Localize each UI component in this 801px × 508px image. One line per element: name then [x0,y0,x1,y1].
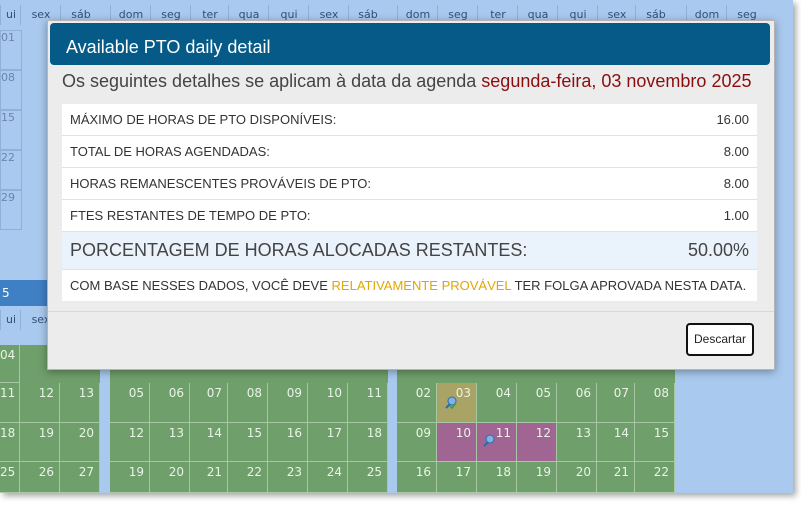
calendar-day[interactable]: 20 [557,462,597,493]
calendar-day[interactable]: 21 [190,462,228,493]
grid-day-number: 08 [1,71,15,84]
calendar-day[interactable]: 05 [110,383,150,423]
calendar-day[interactable]: 27 [60,462,100,493]
calendar-day-pto[interactable]: 12 [517,423,557,462]
calendar-day[interactable]: 10 [308,383,348,423]
calendar-day[interactable]: 17 [437,462,477,493]
note-suffix: TER FOLGA APROVADA NESTA DATA. [514,278,747,293]
calendar-day[interactable]: 18 [477,462,517,493]
calendar-day[interactable]: 26 [20,462,60,493]
calendar-day[interactable]: 18 [348,423,388,462]
calendar-day[interactable]: 25 [0,462,20,493]
calendar-day[interactable]: 12 [110,423,150,462]
calendar-day[interactable]: 16 [397,462,437,493]
pto-detail-dialog: Available PTO daily detail Os seguintes … [47,20,775,370]
dialog-subtitle: Os seguintes detalhes se aplicam à data … [62,71,751,92]
grid-day-number: 22 [1,151,15,164]
calendar-day[interactable]: 04 [477,383,517,423]
calendar-day[interactable]: 25 [348,462,388,493]
dialog-footer-divider [48,311,774,312]
pto-request-icon[interactable] [444,396,458,410]
pto-detail-table: MÁXIMO DE HORAS DE PTO DISPONÍVEIS: 16.0… [62,104,757,301]
dialog-title: Available PTO daily detail [50,23,770,65]
calendar-day[interactable]: 14 [190,423,228,462]
schedule-date: segunda-feira, 03 novembro 2025 [481,71,752,91]
detail-label: MÁXIMO DE HORAS DE PTO DISPONÍVEIS: [70,112,337,127]
calendar-day[interactable]: 16 [268,423,308,462]
grid-cell: 15 [0,110,22,150]
calendar-day[interactable]: 07 [190,383,228,423]
detail-row-scheduled-hours: TOTAL DE HORAS AGENDADAS: 8.00 [62,136,757,168]
detail-label: FTES RESTANTES DE TEMPO DE PTO: [70,208,311,223]
calendar-day[interactable]: 19 [20,423,60,462]
calendar-day[interactable]: 11 [0,383,20,423]
grid-day-number: 15 [1,111,15,124]
summary-label: PORCENTAGEM DE HORAS ALOCADAS RESTANTES: [70,240,528,260]
grid-cell: 08 [0,70,22,110]
calendar-day[interactable]: 08 [635,383,675,423]
calendar-day[interactable]: 15 [228,423,268,462]
grid-day-number: 01 [1,31,15,44]
calendar-day[interactable]: 02 [397,383,437,423]
summary-value: 50.00% [687,240,749,260]
likelihood-highlight: RELATIVAMENTE PROVÁVEL [331,278,512,293]
detail-value: 16.00 [716,112,749,127]
detail-label: TOTAL DE HORAS AGENDADAS: [70,144,270,159]
calendar-day[interactable]: 22 [228,462,268,493]
calendar-day[interactable]: 18 [0,423,20,462]
grid-cell: 29 [0,190,22,230]
calendar-day[interactable]: 09 [397,423,437,462]
note-text: COM BASE NESSES DADOS, VOCÊ DEVE RELATIV… [70,270,746,301]
calendar-day[interactable]: 20 [150,462,190,493]
note-prefix: COM BASE NESSES DADOS, VOCÊ DEVE [70,278,328,293]
calendar-day[interactable]: 13 [150,423,190,462]
calendar-day[interactable]: 24 [308,462,348,493]
calendar-day[interactable]: 13 [60,383,100,423]
weekday-header: ui [0,310,21,330]
calendar-day[interactable]: 07 [597,383,635,423]
detail-row-max-hours: MÁXIMO DE HORAS DE PTO DISPONÍVEIS: 16.0… [62,104,757,136]
calendar-day[interactable]: 19 [517,462,557,493]
detail-value: 8.00 [723,176,749,191]
subtitle-prefix: Os seguintes detalhes se aplicam à data … [62,71,477,91]
pto-request-icon[interactable] [482,434,496,448]
calendar-day[interactable]: 06 [150,383,190,423]
detail-value: 1.00 [723,208,749,223]
detail-row-remaining-percentage: PORCENTAGEM DE HORAS ALOCADAS RESTANTES:… [62,232,757,270]
calendar-day-pto[interactable]: 10 [437,423,477,462]
calendar-day[interactable]: 21 [597,462,635,493]
dismiss-button[interactable]: Descartar [686,323,754,356]
detail-row-remaining-hours: HORAS REMANESCENTES PROVÁVEIS DE PTO: 8.… [62,168,757,200]
grid-cell: 01 [0,30,22,70]
approval-likelihood-note: COM BASE NESSES DADOS, VOCÊ DEVE RELATIV… [62,270,757,301]
calendar-day[interactable]: 14 [597,423,635,462]
month-bar-label: 5 [2,286,10,300]
calendar-day[interactable]: 08 [228,383,268,423]
calendar-day[interactable]: 12 [20,383,60,423]
detail-value: 8.00 [723,144,749,159]
calendar-day[interactable]: 04 [0,345,20,383]
calendar-day[interactable]: 20 [60,423,100,462]
grid-cell: 22 [0,150,22,190]
calendar-day[interactable]: 22 [635,462,675,493]
calendar-day[interactable]: 15 [635,423,675,462]
calendar-day[interactable]: 11 [348,383,388,423]
grid-day-number: 29 [1,191,15,204]
calendar-day[interactable]: 05 [517,383,557,423]
calendar-day[interactable]: 06 [557,383,597,423]
calendar-day[interactable]: 17 [308,423,348,462]
calendar-day[interactable]: 23 [268,462,308,493]
calendar-day[interactable]: 13 [557,423,597,462]
calendar-day[interactable]: 19 [110,462,150,493]
detail-row-remaining-ftes: FTES RESTANTES DE TEMPO DE PTO: 1.00 [62,200,757,232]
calendar-day[interactable]: 09 [268,383,308,423]
detail-label: HORAS REMANESCENTES PROVÁVEIS DE PTO: [70,176,371,191]
weekday-header: ui [0,5,21,25]
